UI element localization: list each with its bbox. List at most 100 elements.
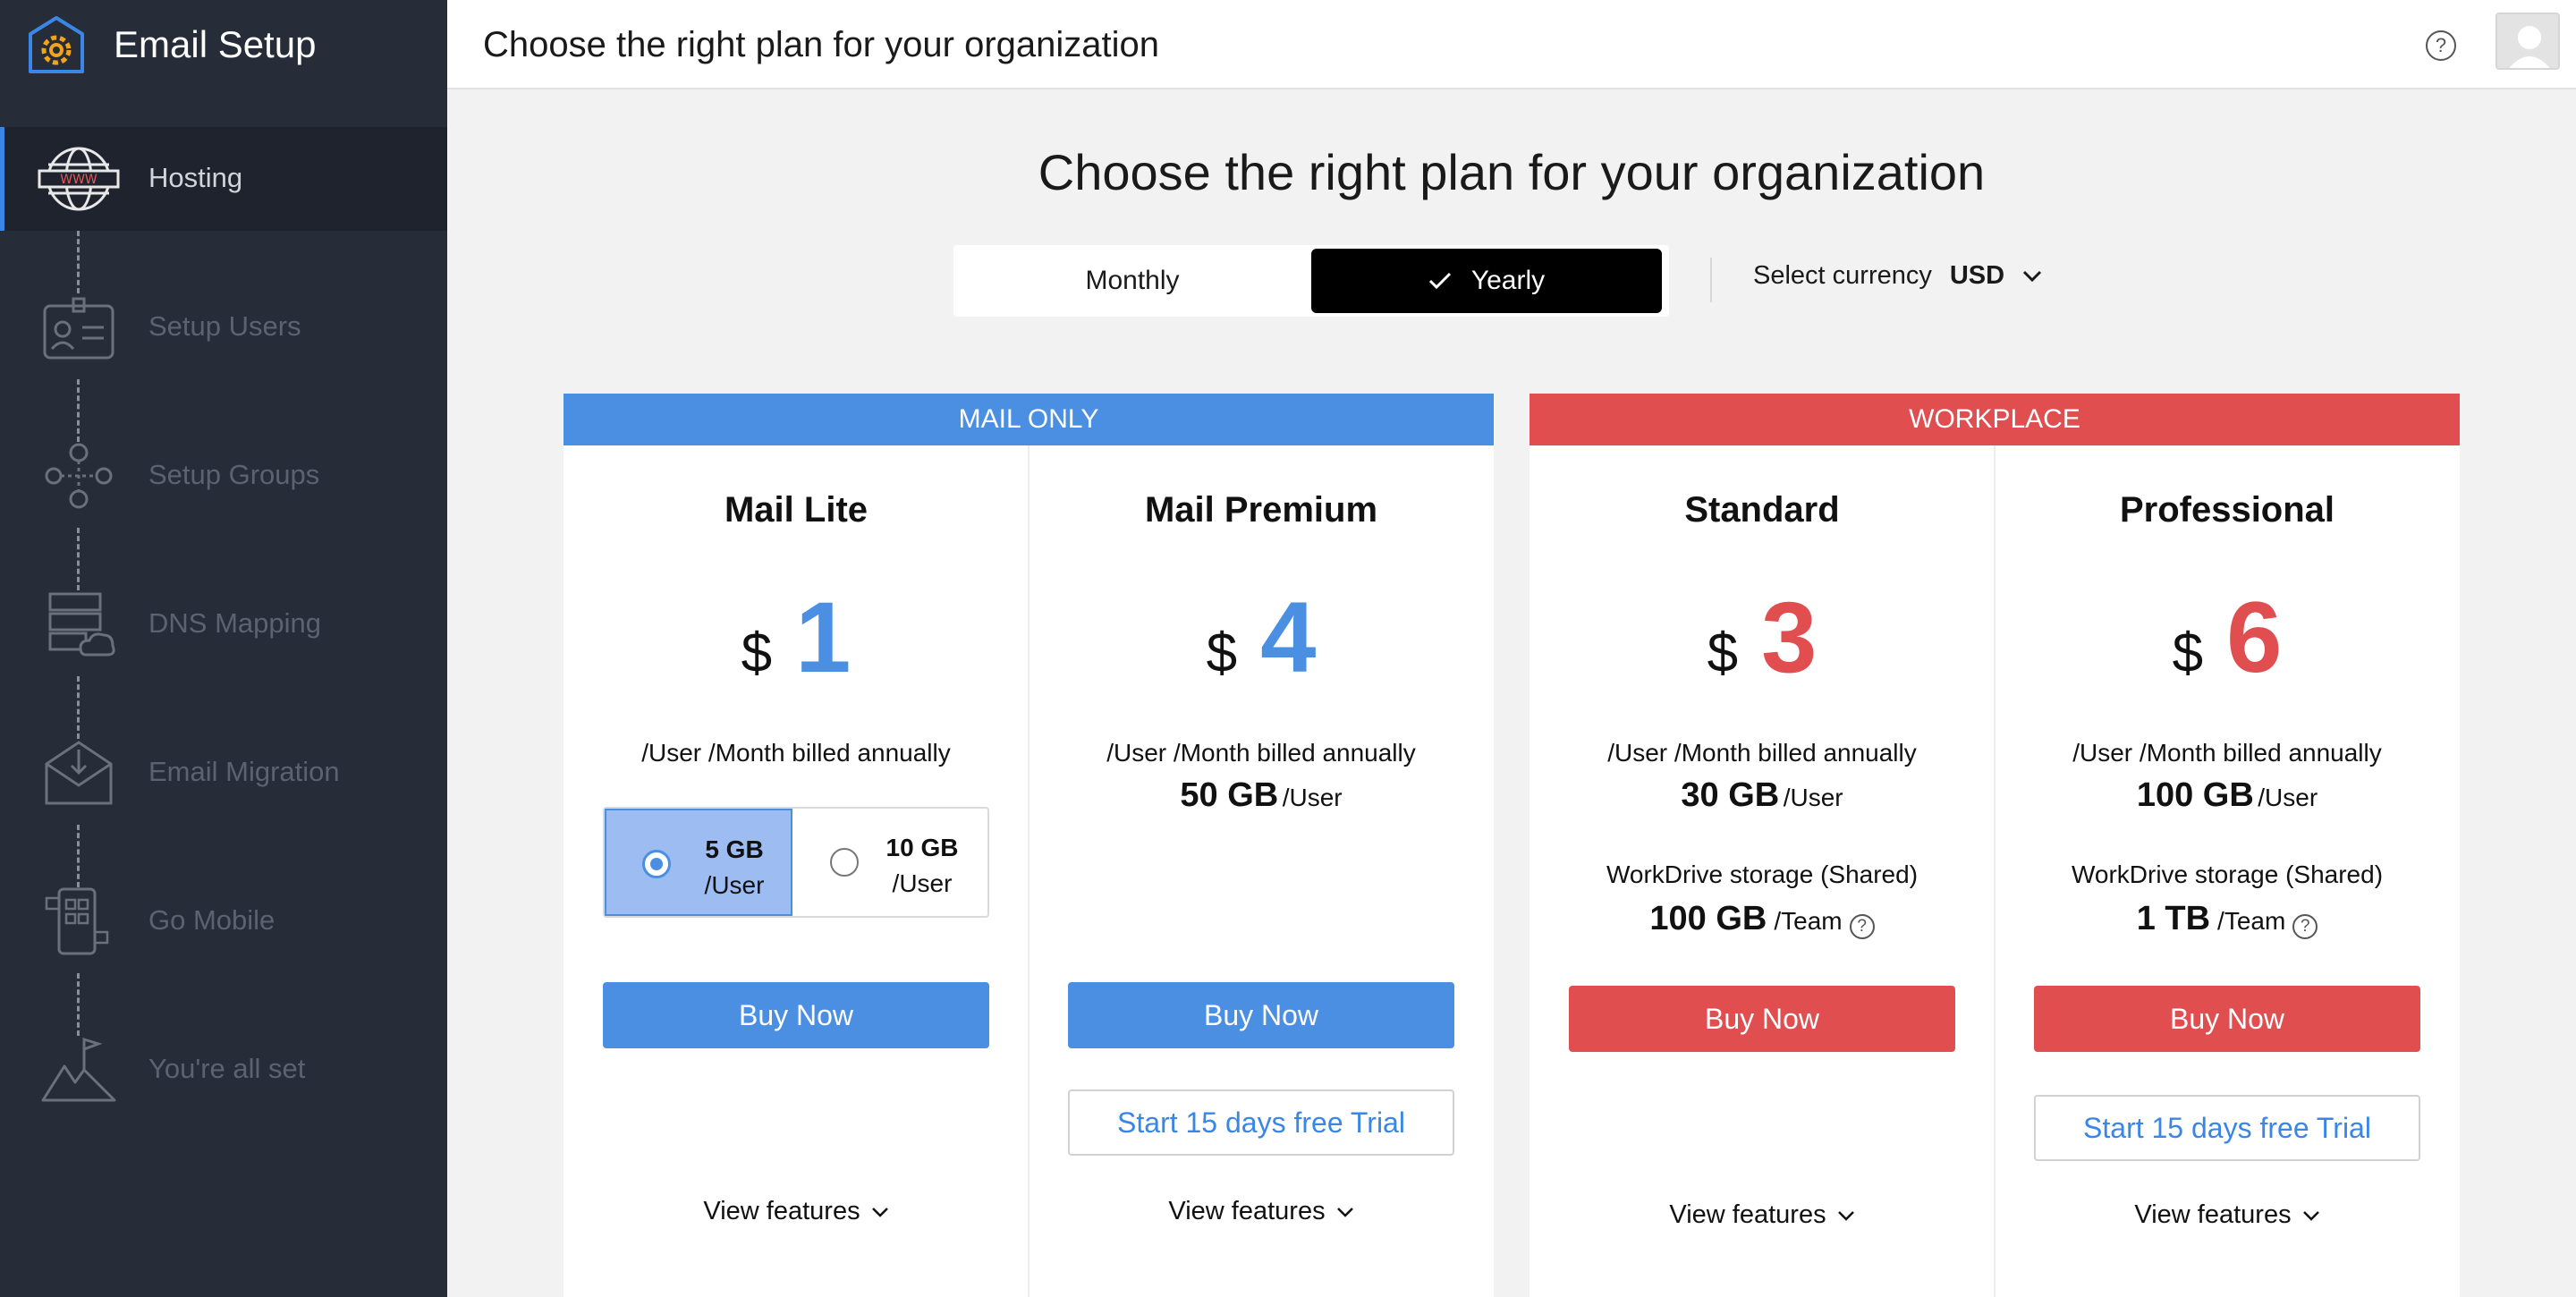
price-currency: $ [1206, 623, 1238, 684]
buy-now-button[interactable]: Buy Now [1569, 986, 1955, 1052]
plan-card-professional: Professional $ 6 /User /Month billed ann… [1995, 445, 2460, 1297]
help-icon[interactable]: ? [2426, 30, 2456, 61]
storage-unit: /User [892, 869, 953, 897]
price-currency: $ [2172, 623, 2204, 684]
mountain-flag-icon [41, 1037, 116, 1102]
sidebar-item-hosting[interactable]: WWW Hosting [0, 127, 447, 231]
envelope-download-icon [45, 741, 113, 805]
price-amount: 4 [1260, 581, 1317, 693]
sidebar-item-label: Setup Users [148, 310, 301, 342]
storage-unit: /User [1282, 784, 1343, 811]
price-currency: $ [1707, 623, 1739, 684]
sidebar-item-setup-users[interactable]: Setup Users [0, 276, 447, 379]
brand: Email Setup [0, 0, 447, 89]
buy-now-button[interactable]: Buy Now [1068, 982, 1454, 1048]
storage-option-text: 5 GB /User [685, 832, 784, 903]
view-features-link[interactable]: View features [1530, 1200, 1995, 1230]
price-amount: 1 [795, 581, 852, 693]
page-title: Choose the right plan for your organizat… [483, 25, 1160, 64]
group-header: WORKPLACE [1530, 394, 2460, 445]
workdrive-unit: /Team [2217, 907, 2286, 935]
billing-note: /User /Month billed annually [1106, 739, 1416, 767]
workdrive-value: 1 TB [2136, 900, 2211, 937]
group-network-icon [45, 443, 113, 509]
chevron-down-icon [2302, 1210, 2319, 1221]
buy-now-button[interactable]: Buy Now [2034, 986, 2420, 1052]
plan-price: $ 4 [1029, 580, 1494, 695]
svg-text:WWW: WWW [60, 173, 97, 187]
help-icon[interactable]: ? [1849, 914, 1875, 939]
radio-button[interactable] [830, 848, 859, 877]
chevron-down-icon [1336, 1207, 1353, 1217]
storage-value: 100 GB [2136, 776, 2254, 814]
www-globe-icon: WWW [38, 147, 120, 211]
storage-value: 30 GB [1681, 776, 1780, 814]
currency-label: Select currency [1753, 261, 1932, 290]
price-currency: $ [741, 623, 773, 684]
buy-now-button[interactable]: Buy Now [603, 982, 989, 1048]
mail-storage: 30 GB /User [1530, 776, 1995, 815]
storage-option-10gb[interactable]: 10 GB /User [794, 809, 982, 916]
sidebar-item-setup-groups[interactable]: Setup Groups [0, 424, 447, 528]
sidebar-item-label: Setup Groups [148, 459, 320, 490]
billing-monthly-option[interactable]: Monthly [953, 245, 1311, 317]
price-amount: 6 [2226, 581, 2283, 693]
sidebar-item-go-mobile[interactable]: Go Mobile [0, 869, 447, 973]
storage-option-5gb[interactable]: 5 GB /User [605, 809, 792, 916]
currency-selector[interactable]: Select currency USD [1753, 261, 2042, 291]
plan-price: $ 3 [1530, 580, 1995, 695]
user-silhouette-icon [2509, 26, 2550, 68]
price-amount: 3 [1761, 581, 1818, 693]
start-trial-button[interactable]: Start 15 days free Trial [2034, 1095, 2420, 1161]
topbar: Choose the right plan for your organizat… [447, 0, 2576, 89]
sidebar-item-label: DNS Mapping [148, 607, 321, 639]
storage-options: 5 GB /User 10 GB /User [603, 807, 989, 918]
mail-storage: 100 GB /User [1995, 776, 2460, 815]
app-logo-icon [29, 16, 84, 73]
storage-unit: /User [1783, 784, 1843, 811]
avatar[interactable] [2496, 13, 2560, 70]
mobile-apps-icon [45, 887, 109, 955]
sidebar-item-label: Hosting [148, 162, 243, 193]
start-trial-button[interactable]: Start 15 days free Trial [1068, 1089, 1454, 1156]
storage-size: 10 GB [886, 834, 959, 861]
radio-button[interactable] [642, 850, 671, 878]
mail-storage: 50 GB /User [1029, 776, 1494, 815]
billing-note: /User /Month billed annually [2072, 739, 2382, 767]
workdrive-storage: 1 TB /Team ? [1995, 900, 2460, 939]
chevron-down-icon [1837, 1210, 1854, 1221]
billing-yearly-option[interactable]: Yearly [1311, 249, 1662, 313]
check-icon [1428, 272, 1451, 290]
plan-card-mail-premium: Mail Premium $ 4 /User /Month billed ann… [1029, 445, 1494, 1297]
billing-note: /User /Month billed annually [1607, 739, 1917, 767]
chevron-down-icon [2023, 270, 2042, 282]
storage-option-text: 10 GB /User [873, 830, 971, 902]
plan-price: $ 6 [1995, 580, 2460, 695]
storage-unit: /User [2258, 784, 2318, 811]
billing-note: /User /Month billed annually [641, 739, 951, 767]
plan-card-mail-lite: Mail Lite $ 1 /User /Month billed annual… [564, 445, 1029, 1297]
sidebar-item-email-migration[interactable]: Email Migration [0, 721, 447, 825]
view-features-label: View features [1168, 1197, 1326, 1225]
divider [1710, 258, 1712, 302]
sidebar: Email Setup WWW Hosting Setup Users Setu… [0, 0, 447, 1297]
sidebar-item-all-set[interactable]: You're all set [0, 1018, 447, 1122]
server-cloud-icon [48, 592, 115, 657]
currency-value: USD [1949, 261, 2005, 290]
group-header: MAIL ONLY [564, 394, 1494, 445]
sidebar-item-label: You're all set [148, 1053, 306, 1084]
storage-unit: /User [704, 871, 765, 899]
id-card-icon [43, 297, 114, 360]
plan-name: Mail Premium [1144, 490, 1378, 530]
sidebar-item-dns-mapping[interactable]: DNS Mapping [0, 572, 447, 676]
app-title: Email Setup [114, 23, 317, 65]
view-features-link[interactable]: View features [564, 1197, 1029, 1226]
help-icon[interactable]: ? [2292, 914, 2318, 939]
view-features-label: View features [2134, 1200, 2292, 1229]
view-features-link[interactable]: View features [1995, 1200, 2460, 1230]
view-features-link[interactable]: View features [1029, 1197, 1494, 1226]
workdrive-label: WorkDrive storage (Shared) [1606, 860, 1919, 888]
sidebar-item-label: Go Mobile [148, 904, 275, 936]
workdrive-value: 100 GB [1649, 900, 1767, 937]
plan-name: Mail Lite [724, 490, 869, 530]
